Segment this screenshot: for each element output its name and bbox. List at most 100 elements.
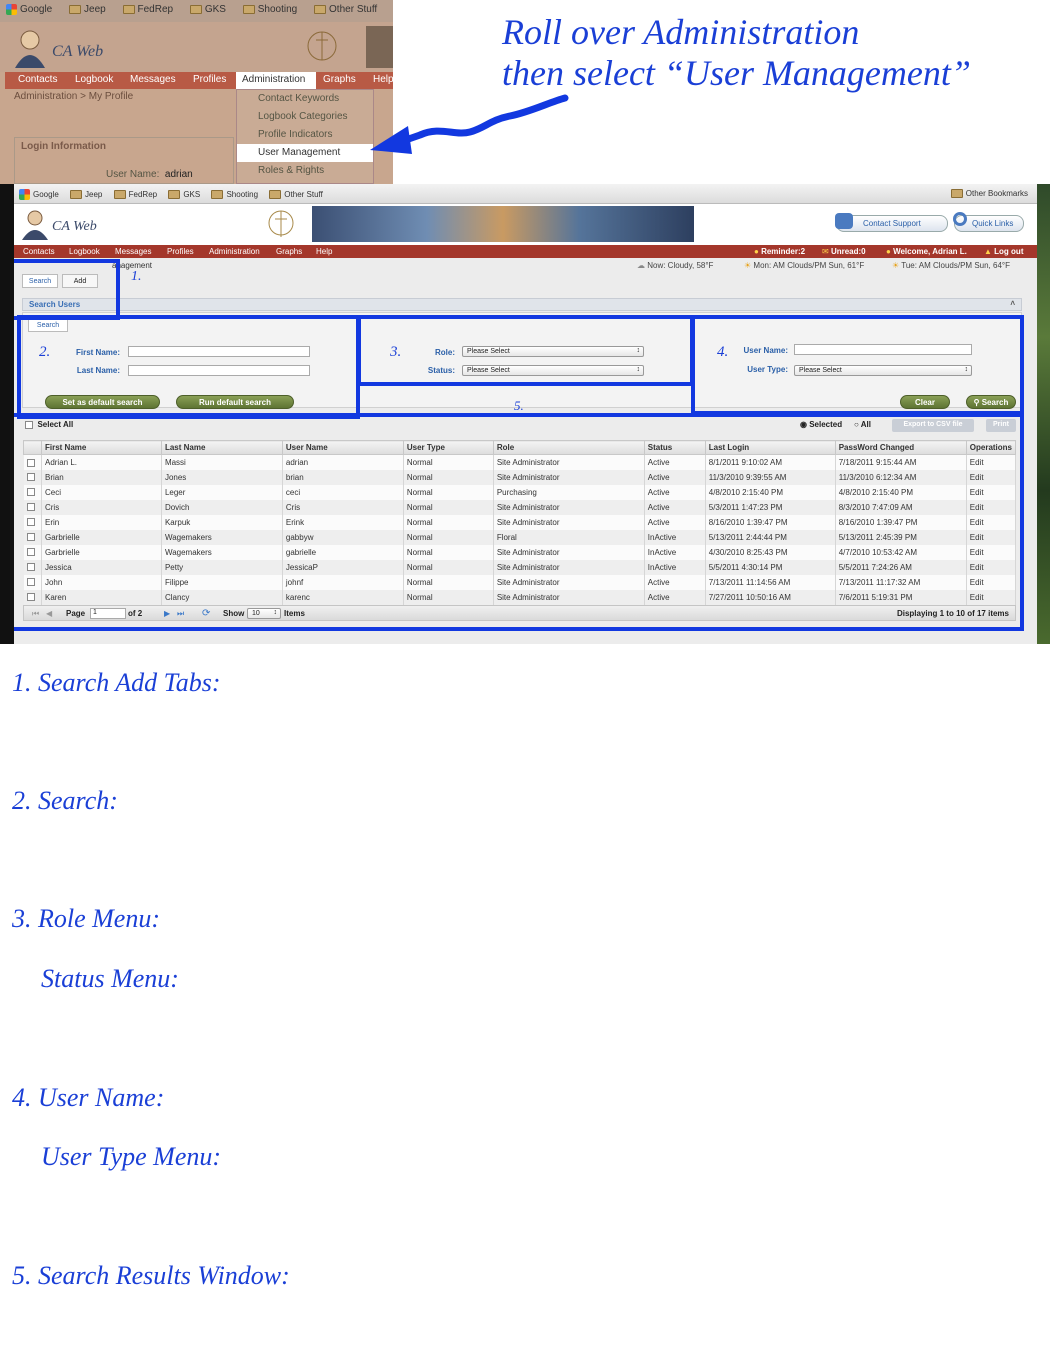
user-avatar-icon <box>15 30 45 68</box>
nav-messages[interactable]: Messages <box>115 247 151 256</box>
annotation-label-2: 2. <box>39 344 51 360</box>
folder-icon <box>113 190 126 199</box>
nav-contacts[interactable]: Contacts <box>18 74 57 85</box>
background-foliage <box>1037 184 1050 644</box>
callout-text: Roll over Administration then select “Us… <box>502 12 971 94</box>
collapse-icon[interactable]: ˄ <box>1010 299 1015 308</box>
link-icon <box>953 212 967 226</box>
banner-image <box>312 206 694 242</box>
annotation-box-4 <box>691 315 1024 415</box>
user-management-screen: Google Jeep FedRep GKS Shooting Other St… <box>14 184 1037 644</box>
bookmarks-bar: Google Jeep FedRep GKS Shooting Other St… <box>0 0 393 22</box>
cloud-icon: ☁ <box>637 261 645 270</box>
weather-tue: ☀ Tue: AM Clouds/PM Sun, 64°F <box>892 261 1010 270</box>
bell-icon: ● <box>754 247 759 256</box>
unread-link[interactable]: ✉ Unread:0 <box>822 247 866 256</box>
note-search: 2. Search: <box>12 786 118 815</box>
note-user-type-menu: User Type Menu: <box>41 1142 222 1171</box>
bookmarks-bar: Google Jeep FedRep GKS Shooting Other St… <box>14 184 1037 204</box>
zoomed-menu-screenshot: Google Jeep FedRep GKS Shooting Other St… <box>0 0 393 184</box>
annotation-box-1 <box>14 259 120 320</box>
menu-user-management[interactable]: User Management <box>237 144 373 162</box>
contact-support-button[interactable]: Contact Support <box>835 213 948 232</box>
annotation-label-5: 5. <box>514 398 524 413</box>
quick-links-button[interactable]: Quick Links <box>953 212 1024 232</box>
bookmark-gks[interactable]: GKS <box>189 4 226 15</box>
quick-links-label: Quick Links <box>972 219 1014 228</box>
callout-arrow-icon <box>370 94 569 154</box>
logout-icon: ▲ <box>984 247 992 256</box>
annotation-label-1: 1. <box>131 269 142 284</box>
folder-icon <box>168 190 181 199</box>
bookmark-other-bookmarks[interactable]: Other Bookmarks <box>950 189 1028 199</box>
folder-icon <box>314 5 327 14</box>
chat-icon <box>835 213 853 229</box>
menu-contact-keywords[interactable]: Contact Keywords <box>237 90 373 108</box>
bookmark-jeep[interactable]: Jeep <box>70 190 102 199</box>
menu-logbook-categories[interactable]: Logbook Categories <box>237 108 373 126</box>
sun-icon: ☀ <box>892 261 900 270</box>
user-name-row: User Name: adrian <box>106 169 193 180</box>
bookmark-google[interactable]: Google <box>6 4 52 15</box>
sun-icon: ☀ <box>744 261 752 270</box>
bookmark-shooting[interactable]: Shooting <box>211 190 258 199</box>
nav-contacts[interactable]: Contacts <box>23 247 55 256</box>
administration-dropdown: Contact Keywords Logbook Categories Prof… <box>236 89 374 184</box>
folder-icon <box>122 5 135 14</box>
bookmark-other-stuff[interactable]: Other Stuff <box>269 190 323 199</box>
callout-line-2: then select “User Management” <box>502 53 971 93</box>
logout-link[interactable]: ▲ Log out <box>984 247 1023 256</box>
bookmark-other-stuff[interactable]: Other Stuff <box>314 4 377 15</box>
google-icon <box>19 189 30 200</box>
user-name-value: adrian <box>164 169 193 180</box>
reminder-link[interactable]: ● Reminder:2 <box>754 247 805 256</box>
user-avatar-icon <box>22 210 48 240</box>
app-logo-text: CA Web <box>52 219 97 234</box>
banner-image <box>366 26 393 68</box>
nav-graphs[interactable]: Graphs <box>276 247 302 256</box>
gold-key-logo-icon <box>268 210 294 237</box>
bookmark-fedrep[interactable]: FedRep <box>113 190 157 199</box>
note-status-menu: Status Menu: <box>41 964 179 993</box>
folder-icon <box>189 5 202 14</box>
folder-icon <box>269 190 282 199</box>
folder-icon <box>69 5 82 14</box>
folder-icon <box>211 190 224 199</box>
person-icon: ● <box>886 247 891 256</box>
menu-profile-indicators[interactable]: Profile Indicators <box>237 126 373 144</box>
note-search-add-tabs: 1. Search Add Tabs: <box>12 668 221 697</box>
nav-profiles[interactable]: Profiles <box>193 74 226 85</box>
nav-logbook[interactable]: Logbook <box>75 74 113 85</box>
google-icon <box>6 4 17 15</box>
envelope-icon: ✉ <box>822 247 829 256</box>
nav-logbook[interactable]: Logbook <box>69 247 100 256</box>
login-info-title: Login Information <box>21 141 106 152</box>
app-logo-text: CA Web <box>52 43 104 60</box>
bookmark-fedrep[interactable]: FedRep <box>122 4 173 15</box>
menu-roles-rights[interactable]: Roles & Rights <box>237 162 373 180</box>
main-nav: Contacts Logbook Messages Profiles Graph… <box>5 72 393 89</box>
gold-key-logo-icon <box>307 31 337 61</box>
note-user-name: 4. User Name: <box>12 1083 165 1112</box>
nav-help[interactable]: Help <box>316 247 332 256</box>
app-header: CA Web Contact Support Quick Links <box>14 204 1037 245</box>
screenshot-edge <box>0 184 14 644</box>
bookmark-gks[interactable]: GKS <box>168 190 200 199</box>
welcome-text: ● Welcome, Adrian L. <box>886 247 967 256</box>
nav-help[interactable]: Help <box>373 74 393 85</box>
callout-line-1: Roll over Administration <box>502 12 860 52</box>
bookmark-shooting[interactable]: Shooting <box>242 4 297 15</box>
bookmark-google[interactable]: Google <box>19 189 59 200</box>
main-nav: Contacts Logbook Messages Profiles Admin… <box>14 245 1037 258</box>
nav-profiles[interactable]: Profiles <box>167 247 194 256</box>
annotation-box-5 <box>14 413 1024 631</box>
nav-graphs[interactable]: Graphs <box>323 74 356 85</box>
nav-messages[interactable]: Messages <box>130 74 176 85</box>
note-role-menu: 3. Role Menu: <box>12 904 161 933</box>
weather-now: ☁ Now: Cloudy, 58°F <box>637 261 714 270</box>
annotation-box-3 <box>357 315 694 386</box>
weather-mon: ☀ Mon: AM Clouds/PM Sun, 61°F <box>744 261 865 270</box>
bookmark-jeep[interactable]: Jeep <box>69 4 106 15</box>
nav-administration[interactable]: Administration <box>209 247 260 256</box>
nav-administration-active[interactable]: Administration <box>236 72 316 89</box>
